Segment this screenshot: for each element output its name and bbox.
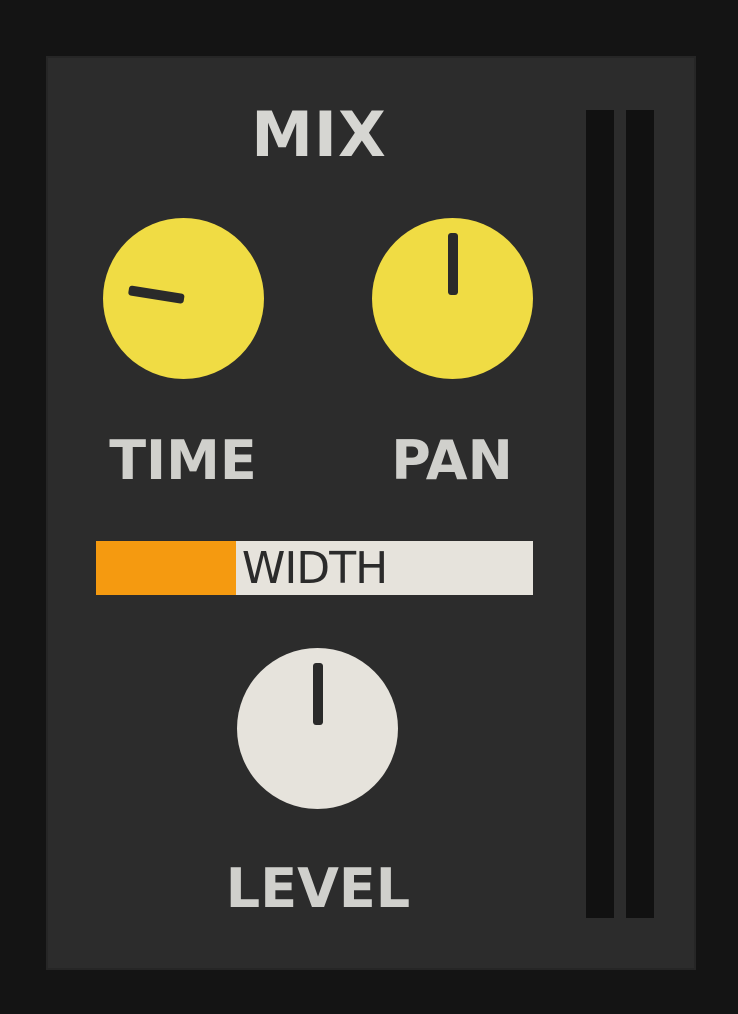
meter-right: [626, 110, 654, 918]
width-slider[interactable]: WIDTH: [96, 541, 533, 595]
level-knob-pointer-icon: [312, 662, 323, 725]
time-knob-label: TIME: [109, 429, 257, 492]
meter-left: [586, 110, 614, 918]
pan-knob-pointer-icon: [447, 232, 458, 295]
pan-knob-label: PAN: [391, 429, 513, 492]
level-knob-label: LEVEL: [225, 857, 411, 920]
plugin-frame: MIX TIME PAN WIDTH LEVEL: [0, 0, 738, 1014]
section-title: MIX: [251, 98, 387, 171]
time-knob[interactable]: [103, 218, 264, 379]
width-slider-label: WIDTH: [241, 543, 388, 594]
level-knob[interactable]: [237, 648, 398, 809]
time-knob-pointer-icon: [127, 284, 185, 304]
pan-knob[interactable]: [372, 218, 533, 379]
